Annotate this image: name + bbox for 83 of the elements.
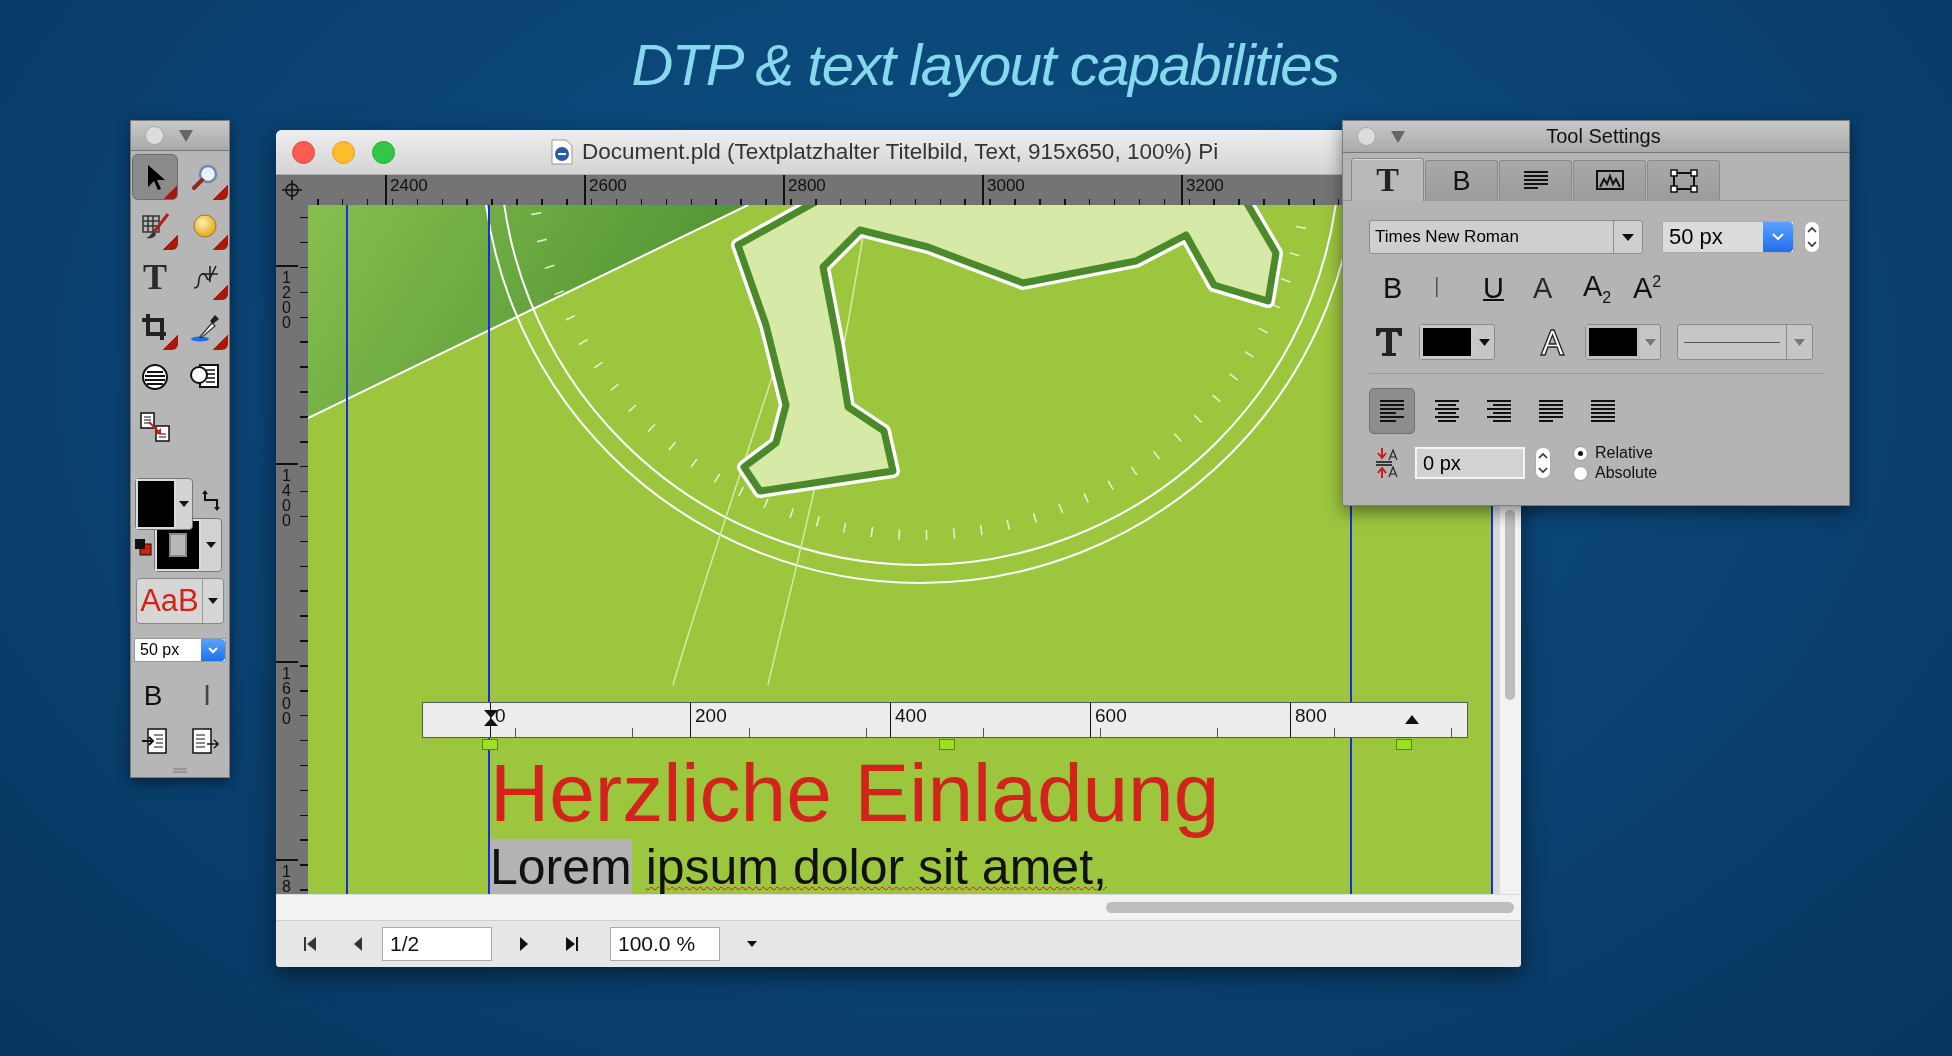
default-colors-icon	[134, 538, 152, 556]
frame-handle[interactable]	[482, 739, 498, 750]
caret-icon	[208, 598, 218, 604]
fill-color-picker[interactable]	[135, 478, 193, 530]
serif-t-icon	[1375, 327, 1403, 357]
font-dropdown[interactable]: Times New Roman	[1369, 220, 1643, 254]
caret-icon	[1794, 338, 1805, 346]
zoom-field[interactable]: 100.0 %	[610, 927, 720, 961]
radio-button[interactable]	[1573, 465, 1588, 481]
page-field[interactable]: 1/2	[382, 927, 492, 961]
export-text-icon	[190, 726, 220, 756]
frame-handle[interactable]	[1396, 739, 1412, 750]
align-lines-icon	[1435, 400, 1459, 422]
settings-tab[interactable]: B	[1425, 160, 1498, 201]
outline-button[interactable]: A	[1533, 267, 1583, 309]
align-left-button[interactable]	[1369, 388, 1415, 434]
document-icon	[551, 139, 573, 165]
frame-handle[interactable]	[939, 739, 955, 750]
caret-icon	[179, 501, 189, 507]
font-size-field[interactable]: 50 px	[1662, 221, 1794, 253]
settings-tab[interactable]	[1647, 160, 1720, 201]
text-style-picker[interactable]: AaB	[136, 578, 224, 624]
bold-button[interactable]: B	[1383, 267, 1433, 309]
linked-frames-icon	[138, 410, 172, 444]
caret-icon	[1644, 338, 1656, 346]
close-button[interactable]	[292, 140, 315, 164]
stepper-icon	[1804, 221, 1820, 253]
style-button[interactable]: A$^{2}$	[1633, 267, 1683, 309]
spacing-field[interactable]: 0 px	[1415, 447, 1525, 479]
text-color-picker[interactable]	[1419, 324, 1495, 360]
align-lines-icon	[1380, 400, 1404, 422]
radio-label: Absolute	[1595, 464, 1658, 482]
settings-tab[interactable]: T	[1351, 158, 1424, 201]
ruler-label: 1400	[281, 466, 292, 528]
stepper-icon	[1535, 447, 1551, 479]
crosshair-icon	[282, 180, 302, 200]
image-icon	[1595, 169, 1624, 193]
ruler-label: 1200	[281, 268, 292, 330]
chevron-icon	[208, 646, 218, 654]
window-title: Document.pld (Textplatzhalter Titelbild, Text, 915x650, 100%) Pi	[582, 139, 1219, 165]
style-button[interactable]: A$_{2}$	[1583, 267, 1633, 309]
align-lines-icon	[1539, 400, 1563, 422]
radio-button[interactable]	[1573, 445, 1588, 461]
ruler-label: 600	[1090, 703, 1250, 737]
frame-handles-icon	[1669, 169, 1698, 193]
settings-tab[interactable]	[1499, 160, 1572, 201]
caret-icon	[1478, 338, 1490, 346]
italic-button[interactable]: I	[1433, 267, 1483, 309]
scrollbar-thumb[interactable]	[1505, 510, 1515, 700]
radio-label: Relative	[1595, 444, 1653, 462]
outline-color-picker[interactable]	[1585, 324, 1661, 360]
underline-button[interactable]: U	[1483, 267, 1533, 309]
caret-icon	[206, 542, 216, 548]
headline-text: Herzliche Einladung	[490, 747, 1220, 839]
line-style-dropdown[interactable]	[1677, 324, 1813, 360]
caret-icon	[1622, 233, 1634, 241]
align-lines-icon	[1591, 400, 1615, 422]
chevron-icon	[1772, 233, 1784, 241]
align-lines-icon	[1487, 400, 1511, 422]
ruler-label: 1600	[281, 664, 292, 726]
ruler-label: 18	[281, 862, 292, 894]
page-heading: DTP & text layout capabilities	[630, 31, 1340, 99]
first-page-icon	[303, 936, 317, 952]
bold-button[interactable]: B	[137, 678, 169, 714]
panel-title: Tool Settings	[1545, 125, 1662, 148]
caret-icon	[747, 941, 757, 947]
font-size-field[interactable]: 50 px	[134, 638, 226, 662]
last-page-icon	[565, 936, 579, 952]
settings-tab[interactable]	[1573, 160, 1646, 201]
swap-colors-icon	[202, 490, 220, 512]
body-text: Lorem ipsum dolor sit amet,	[490, 839, 1108, 894]
right-margin-icon	[1405, 715, 1419, 724]
collapse-icon	[1390, 129, 1406, 144]
scrollbar-thumb[interactable]	[1106, 902, 1514, 913]
tool-button[interactable]: T	[132, 254, 178, 300]
ruler-label: 200	[690, 703, 850, 737]
outline-a-icon	[1539, 328, 1565, 356]
tool-button[interactable]	[132, 154, 178, 200]
import-text-icon	[140, 726, 170, 756]
italic-button[interactable]: I	[191, 678, 223, 714]
resize-grip-icon	[173, 768, 187, 773]
collapse-icon	[178, 128, 194, 143]
ruler-label: 400	[890, 703, 1050, 737]
